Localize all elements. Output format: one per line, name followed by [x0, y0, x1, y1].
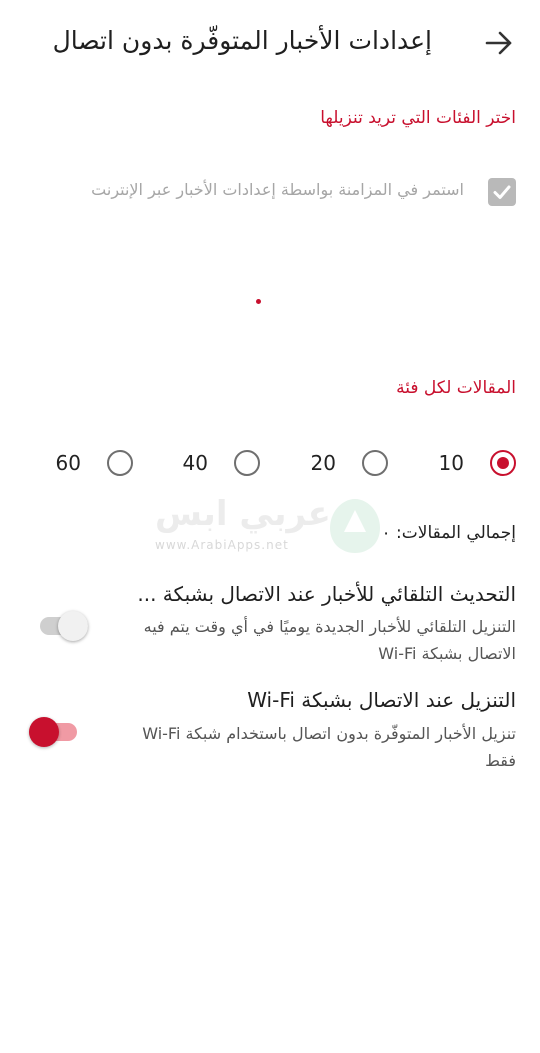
toggle-thumb	[58, 611, 88, 641]
radio-option-40[interactable]: 40	[183, 446, 260, 480]
loading-indicator	[256, 299, 261, 304]
auto-update-toggle[interactable]	[40, 610, 88, 641]
radio-button[interactable]	[107, 450, 133, 476]
arrow-right-icon	[485, 31, 512, 55]
radio-option-20[interactable]: 20	[311, 446, 388, 480]
radio-button[interactable]	[234, 450, 260, 476]
wifi-download-description: تنزيل الأخبار المتوفّرة بدون اتصال باستخ…	[142, 724, 516, 770]
radio-option-label: 10	[438, 451, 464, 475]
watermark: عربي ابس www.ArabiApps.net	[150, 494, 390, 560]
page-title: إعدادات الأخبار المتوفّرة بدون اتصال	[52, 26, 432, 55]
categories-section-title: اختر الفئات التي تريد تنزيلها	[320, 108, 516, 128]
radio-option-label: 20	[310, 451, 336, 475]
watermark-logo-icon	[330, 499, 380, 553]
watermark-text: عربي ابس	[155, 494, 331, 534]
radio-button-selected[interactable]	[490, 450, 516, 476]
radio-option-label: 40	[182, 451, 208, 475]
auto-update-title: التحديث التلقائي للأخبار عند الاتصال بشب…	[137, 582, 516, 606]
total-articles-label: إجمالي المقالات: ٠	[381, 523, 516, 543]
sync-checkbox[interactable]	[488, 178, 516, 206]
radio-option-60[interactable]: 60	[56, 446, 133, 480]
checkmark-icon	[493, 185, 511, 199]
radio-option-10[interactable]: 10	[439, 446, 516, 480]
back-button[interactable]	[484, 28, 514, 58]
wifi-download-title: التنزيل عند الاتصال بشبكة Wi-Fi	[247, 688, 516, 712]
toggle-thumb	[29, 717, 59, 747]
sync-checkbox-label: استمر في المزامنة بواسطة إعدادات الأخبار…	[91, 180, 464, 199]
articles-count-radio-group: 10 20 40 60	[0, 446, 540, 480]
auto-update-description: التنزيل التلقائي للأخبار الجديدة يوميًا …	[143, 617, 516, 663]
articles-section-title: المقالات لكل فئة	[396, 378, 516, 398]
watermark-url: www.ArabiApps.net	[155, 538, 289, 552]
radio-button[interactable]	[362, 450, 388, 476]
wifi-download-toggle[interactable]	[29, 716, 77, 747]
radio-option-label: 60	[55, 451, 81, 475]
